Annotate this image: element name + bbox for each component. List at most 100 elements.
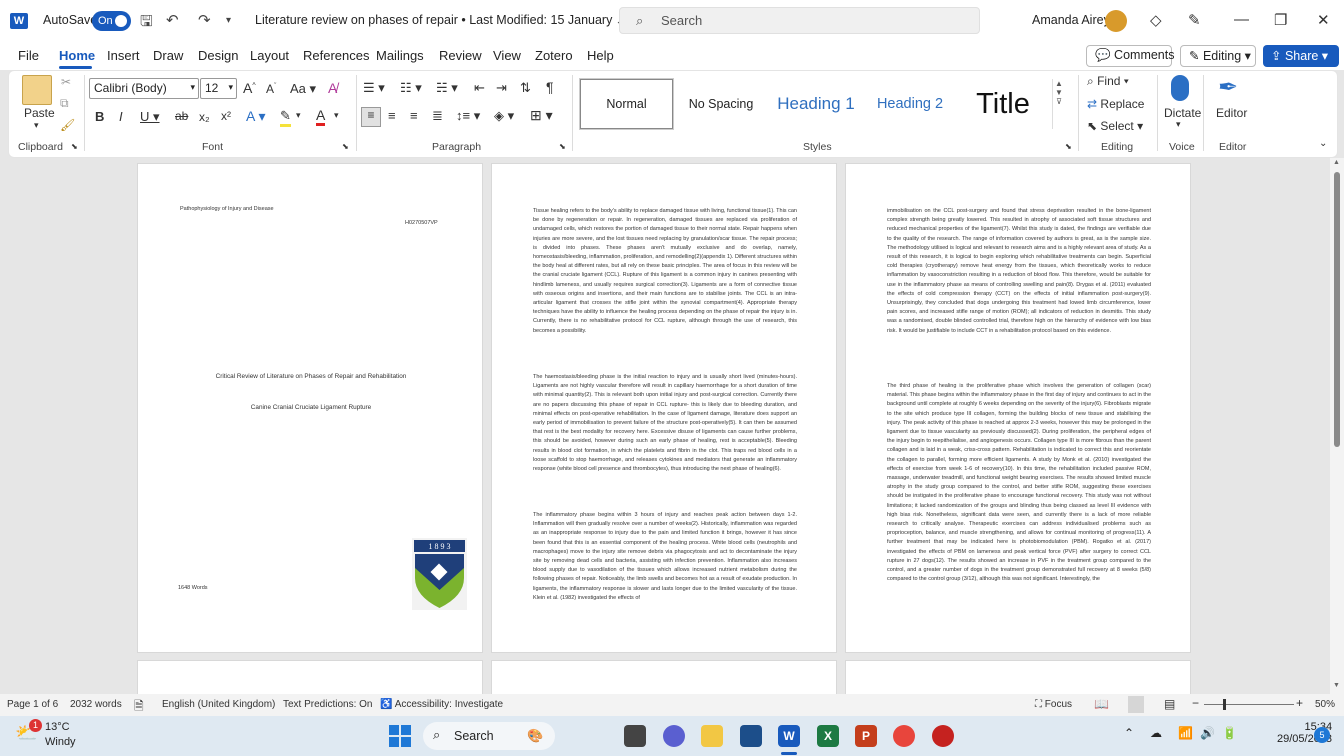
font-launcher-icon[interactable]: ⬊ [342,142,349,151]
zoom-slider[interactable] [1204,704,1294,705]
font-size-select[interactable]: 12 ▾ [200,78,237,99]
battery-icon[interactable]: 🔋 [1222,726,1237,740]
save-icon[interactable]: 🖫 [140,11,153,36]
task-view-icon[interactable] [624,725,646,747]
user-name[interactable]: Amanda Airey [1032,13,1110,27]
weather-temp[interactable]: 13°C [45,721,70,733]
paragraph-launcher-icon[interactable]: ⬊ [559,142,566,151]
tab-design[interactable]: Design [198,48,238,63]
style-title[interactable]: Title [956,79,1050,129]
text-predictions[interactable]: Text Predictions: On [283,699,372,710]
align-center-icon[interactable]: ≡ [388,108,396,123]
chevron-up-icon[interactable]: ⌃ [1124,726,1134,740]
avatar[interactable] [1105,10,1127,32]
tab-home[interactable]: Home [59,48,95,63]
language[interactable]: English (United Kingdom) [162,699,275,710]
highlight-dropdown-icon[interactable]: ▾ [296,110,301,121]
wifi-icon[interactable]: 📶 [1178,726,1193,740]
print-layout-icon[interactable] [1128,696,1144,713]
page-2[interactable]: Tissue healing refers to the body's abil… [491,163,837,653]
tab-review[interactable]: Review [439,48,482,63]
editor-pen-icon[interactable]: ✒ [1218,73,1238,102]
redo-icon[interactable]: ↷ [198,11,211,29]
cut-icon[interactable]: ✂ [61,75,71,89]
page-6[interactable] [845,660,1191,694]
file-explorer-icon[interactable] [701,725,723,747]
clear-formatting-icon[interactable]: A̸ [328,80,337,96]
scroll-down-icon[interactable]: ▼ [1333,682,1340,689]
shrink-font-icon[interactable]: Aˇ [266,82,276,96]
restore-icon[interactable]: ❐ [1274,11,1287,29]
page-count[interactable]: Page 1 of 6 [7,699,58,710]
vertical-scrollbar[interactable]: ▲ ▼ [1330,158,1344,694]
notification-badge[interactable]: 5 [1314,727,1330,743]
focus-button[interactable]: ⛶ Focus [1035,699,1072,710]
editor-button[interactable]: Editor [1216,106,1247,120]
zoom-level[interactable]: 50% [1315,699,1335,710]
volume-icon[interactable]: 🔊 [1200,726,1215,740]
word-taskbar-icon[interactable]: W [778,725,800,747]
tab-references[interactable]: References [303,48,369,63]
font-name-select[interactable]: Calibri (Body) ▾ [89,78,199,99]
highlight-icon[interactable]: ✎ [280,108,291,127]
app-icon[interactable] [932,725,954,747]
tab-draw[interactable]: Draw [153,48,183,63]
tab-mailings[interactable]: Mailings [376,48,424,63]
customize-qat-icon[interactable]: ▾ [226,15,231,26]
bullets-icon[interactable]: ☰ ▾ [363,80,385,96]
styles-scroll[interactable]: ▲ ▼ ⊽ [1052,79,1065,129]
superscript-icon[interactable]: x² [221,109,231,123]
weather-desc[interactable]: Windy [45,736,76,748]
scrollbar-thumb[interactable] [1334,172,1340,447]
document-title[interactable]: Literature review on phases of repair • … [255,13,623,27]
clipboard-launcher-icon[interactable]: ⬊ [71,142,78,151]
teams-chat-icon[interactable] [663,725,685,747]
change-case-icon[interactable]: Aa ▾ [290,81,316,97]
tab-zotero[interactable]: Zotero [535,48,573,63]
select-button[interactable]: ⬉ Select ▾ [1087,119,1143,133]
undo-icon[interactable]: ↶ [166,11,179,29]
taskbar-search[interactable]: ⌕ Search 🎨 [423,722,555,750]
numbering-icon[interactable]: ☷ ▾ [400,80,422,96]
replace-button[interactable]: ⇄ Replace [1087,97,1144,111]
read-mode-icon[interactable]: 📖 [1094,697,1109,711]
multilevel-list-icon[interactable]: ☵ ▾ [436,80,458,96]
paste-dropdown-icon[interactable]: ▾ [34,120,39,131]
dictate-button[interactable]: Dictate [1164,106,1201,120]
excel-icon[interactable]: X [817,725,839,747]
store-icon[interactable] [740,725,762,747]
sort-icon[interactable]: ⇅ [520,80,531,96]
subscript-icon[interactable]: x₂ [199,110,210,124]
justify-icon[interactable]: ≣ [432,108,443,124]
zoom-in-icon[interactable]: + [1296,696,1303,710]
minimize-icon[interactable]: — [1234,11,1249,28]
font-color-dropdown-icon[interactable]: ▾ [334,110,339,121]
bold-icon[interactable]: B [95,109,104,124]
page-5[interactable] [491,660,837,694]
tab-insert[interactable]: Insert [107,48,140,63]
pen-icon[interactable]: ✎ [1188,11,1201,29]
dictate-dropdown-icon[interactable]: ▾ [1176,119,1181,130]
line-spacing-icon[interactable]: ↕≡ ▾ [456,108,480,124]
italic-icon[interactable]: I [119,109,123,124]
paste-icon[interactable] [22,75,52,105]
style-normal[interactable]: Normal [579,78,674,130]
comments-button[interactable]: 💬 Comments [1086,45,1174,67]
chrome-icon[interactable] [893,725,915,747]
microphone-icon[interactable] [1171,75,1189,101]
format-painter-icon[interactable]: 🖌 [60,118,75,132]
tab-view[interactable]: View [493,48,521,63]
page-4[interactable] [137,660,483,694]
borders-icon[interactable]: ⊞ ▾ [530,107,553,124]
diamond-icon[interactable]: ◇ [1150,11,1162,29]
grow-font-icon[interactable]: A^ [243,80,256,96]
autosave-toggle[interactable]: On [92,11,131,31]
search-box[interactable]: ⌕ Search [619,7,980,34]
powerpoint-icon[interactable]: P [855,725,877,747]
align-left-icon[interactable]: ≡ [361,107,381,127]
tab-help[interactable]: Help [587,48,614,63]
show-formatting-icon[interactable]: ¶ [546,79,554,95]
proofing-icon[interactable]: 🗎 [134,697,144,718]
scroll-up-icon[interactable]: ▲ [1333,159,1340,166]
text-effects-icon[interactable]: A ▾ [246,108,265,125]
